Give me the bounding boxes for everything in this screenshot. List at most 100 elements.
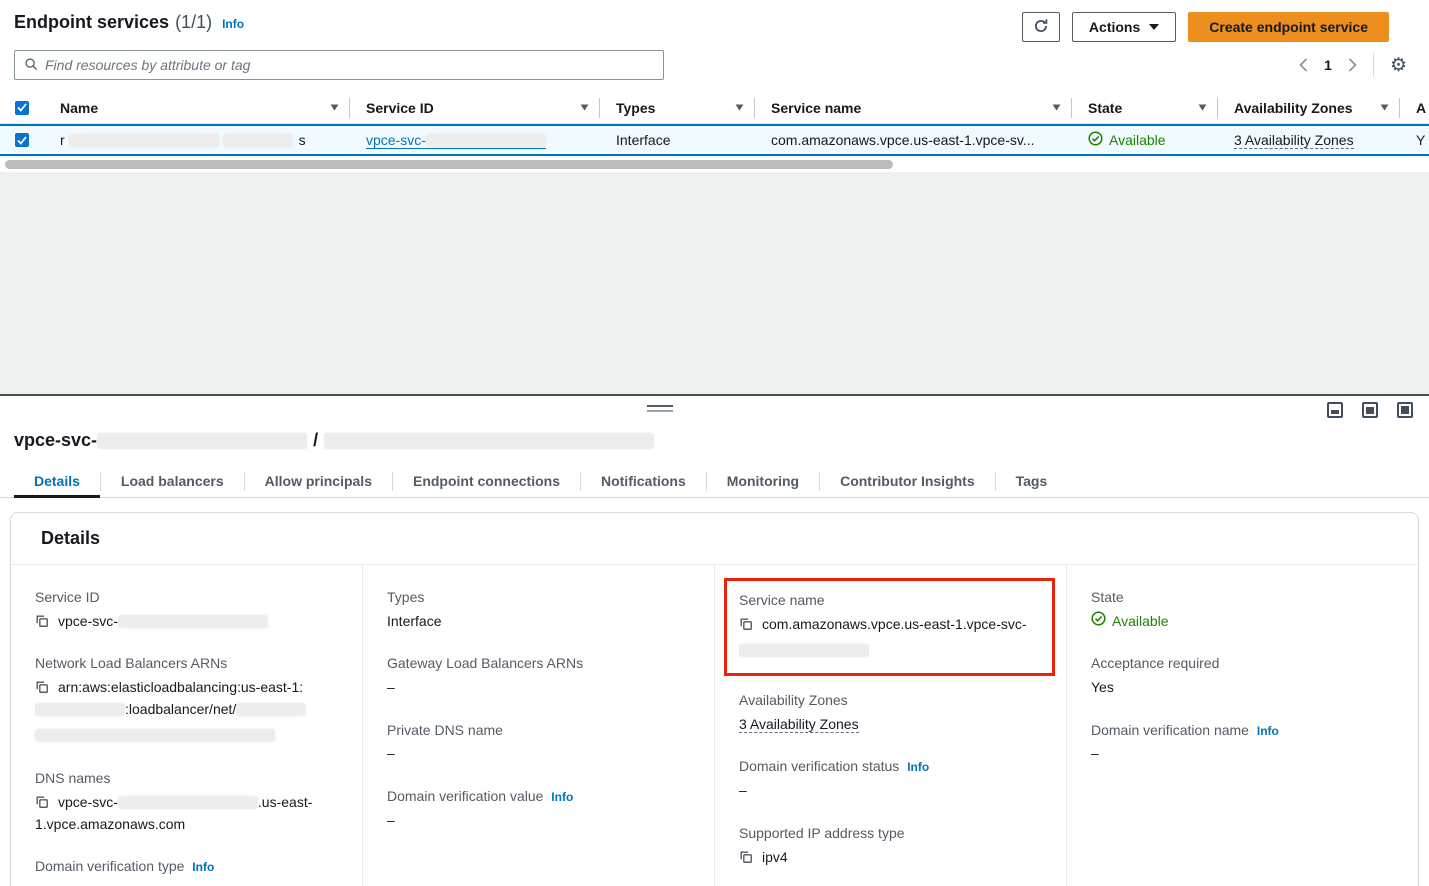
filter-icon[interactable] — [1052, 104, 1061, 111]
field-value: com.amazonaws.vpce.us-east-1.vpce-svc- — [762, 616, 1027, 632]
filter-icon[interactable] — [580, 104, 589, 111]
info-link[interactable]: Info — [551, 790, 573, 804]
tab-load-balancers[interactable]: Load balancers — [101, 466, 244, 498]
panel-size-medium-icon[interactable] — [1362, 402, 1378, 418]
tab-notifications[interactable]: Notifications — [581, 466, 706, 498]
select-all-checkbox-cell — [0, 92, 44, 123]
field-value: arn:aws:elasticloadbalancing:us-east-1: — [58, 679, 303, 695]
refresh-button[interactable] — [1022, 12, 1060, 42]
create-endpoint-service-label: Create endpoint service — [1209, 19, 1368, 35]
field-label: Supported IP address type — [739, 823, 1040, 845]
field-supported-ip-address-type: Supported IP address type ipv4 — [739, 823, 1040, 868]
info-link[interactable]: Info — [1257, 724, 1279, 738]
create-endpoint-service-button[interactable]: Create endpoint service — [1188, 12, 1389, 42]
tab-endpoint-connections[interactable]: Endpoint connections — [393, 466, 580, 498]
page-background-gap — [0, 172, 1429, 394]
field-label: Private DNS name — [387, 720, 688, 742]
check-icon — [17, 103, 27, 112]
endpoint-services-list-section: Endpoint services (1/1) Info Actions Cre… — [0, 0, 1429, 172]
filter-icon[interactable] — [735, 104, 744, 111]
pagination-divider — [1373, 53, 1374, 77]
row-name-fragment: s — [299, 132, 306, 148]
column-header-availability-zones[interactable]: Availability Zones — [1218, 92, 1400, 123]
actions-button-label: Actions — [1089, 19, 1140, 35]
horizontal-scrollbar-thumb[interactable] — [5, 160, 893, 169]
list-header-row: Endpoint services (1/1) Info Actions Cre… — [0, 12, 1429, 42]
filter-icon[interactable] — [1380, 104, 1389, 111]
column-header-acceptance-truncated[interactable]: A — [1400, 92, 1429, 123]
preferences-gear-button[interactable]: ⚙ — [1390, 56, 1407, 75]
info-link[interactable]: Info — [222, 17, 244, 31]
field-types: Types Interface — [387, 587, 688, 632]
column-header-label: Name — [60, 100, 98, 116]
field-dns-names: DNS names vpce-svc-.us-east-1.vpce.amazo… — [35, 768, 336, 835]
search-box[interactable] — [14, 50, 664, 80]
previous-page-button[interactable] — [1299, 58, 1308, 72]
split-panel-drag-handle[interactable] — [647, 405, 673, 412]
column-header-service-id[interactable]: Service ID — [350, 92, 600, 123]
redacted-text — [324, 433, 654, 449]
field-label: Gateway Load Balancers ARNs — [387, 653, 688, 675]
filter-icon[interactable] — [1198, 104, 1207, 111]
tab-label: Notifications — [601, 473, 686, 489]
panel-size-small-icon[interactable] — [1327, 402, 1343, 418]
chevron-left-icon — [1299, 58, 1308, 72]
field-value: vpce-svc- — [58, 613, 118, 629]
tab-label: Load balancers — [121, 473, 224, 489]
panel-size-full-icon[interactable] — [1397, 402, 1413, 418]
field-label: State — [1091, 587, 1392, 609]
tab-details[interactable]: Details — [14, 466, 100, 498]
info-link[interactable]: Info — [907, 760, 929, 774]
tab-contributor-insights[interactable]: Contributor Insights — [820, 466, 995, 498]
select-all-checkbox[interactable] — [15, 101, 29, 115]
copy-icon[interactable] — [35, 614, 49, 631]
details-card-heading: Details — [11, 513, 1418, 565]
row-acceptance-cell-truncated: Y — [1400, 126, 1429, 154]
search-input[interactable] — [45, 57, 654, 73]
field-service-id: Service ID vpce-svc- — [35, 587, 336, 632]
tab-monitoring[interactable]: Monitoring — [707, 466, 819, 498]
column-header-state[interactable]: State — [1072, 92, 1218, 123]
availability-zones-link[interactable]: 3 Availability Zones — [1234, 132, 1354, 149]
check-circle-icon — [1091, 611, 1106, 633]
redacted-text — [35, 703, 125, 716]
column-header-service-name[interactable]: Service name — [755, 92, 1072, 123]
field-label: Network Load Balancers ARNs — [35, 653, 336, 675]
horizontal-scrollbar — [0, 156, 1429, 172]
row-service-name-cell: com.amazonaws.vpce.us-east-1.vpce-sv... — [755, 126, 1072, 154]
next-page-button[interactable] — [1348, 58, 1357, 72]
tab-allow-principals[interactable]: Allow principals — [245, 466, 392, 498]
column-header-types[interactable]: Types — [600, 92, 755, 123]
row-checkbox[interactable] — [15, 133, 29, 147]
pagination: 1 ⚙ — [1299, 53, 1407, 77]
copy-icon[interactable] — [739, 850, 753, 867]
current-page-number[interactable]: 1 — [1324, 57, 1332, 73]
tab-label: Endpoint connections — [413, 473, 560, 489]
info-link[interactable]: Info — [192, 860, 214, 874]
actions-button[interactable]: Actions — [1072, 12, 1176, 42]
details-card-body: Service ID vpce-svc- Network Load Balanc… — [11, 565, 1418, 886]
row-types-cell: Interface — [600, 126, 755, 154]
column-header-label: Types — [616, 100, 655, 116]
row-checkbox-cell — [0, 126, 44, 154]
page-title-text: Endpoint services — [14, 12, 169, 33]
filter-icon[interactable] — [330, 104, 339, 111]
page-title: Endpoint services (1/1) Info — [14, 12, 244, 33]
field-value: Yes — [1091, 677, 1392, 699]
tab-tags[interactable]: Tags — [996, 466, 1068, 498]
details-column-4: State Available Acceptance required Yes — [1067, 565, 1418, 886]
column-header-name[interactable]: Name — [44, 92, 350, 123]
endpoint-services-table: Name Service ID Type — [0, 92, 1429, 172]
copy-icon[interactable] — [739, 617, 753, 634]
field-glb-arns: Gateway Load Balancers ARNs – — [387, 653, 688, 698]
field-availability-zones: Availability Zones 3 Availability Zones — [739, 690, 1040, 735]
table-header-row: Name Service ID Type — [0, 92, 1429, 124]
copy-icon[interactable] — [35, 680, 49, 697]
field-value: – — [387, 810, 688, 832]
field-label: Types — [387, 587, 688, 609]
table-row[interactable]: r s vpce-svc- Interface com.amazonaws.vp… — [0, 124, 1429, 156]
copy-icon[interactable] — [35, 795, 49, 812]
field-label: Domain verification value — [387, 788, 543, 804]
service-id-link[interactable]: vpce-svc- — [366, 132, 546, 149]
availability-zones-link[interactable]: 3 Availability Zones — [739, 716, 859, 733]
